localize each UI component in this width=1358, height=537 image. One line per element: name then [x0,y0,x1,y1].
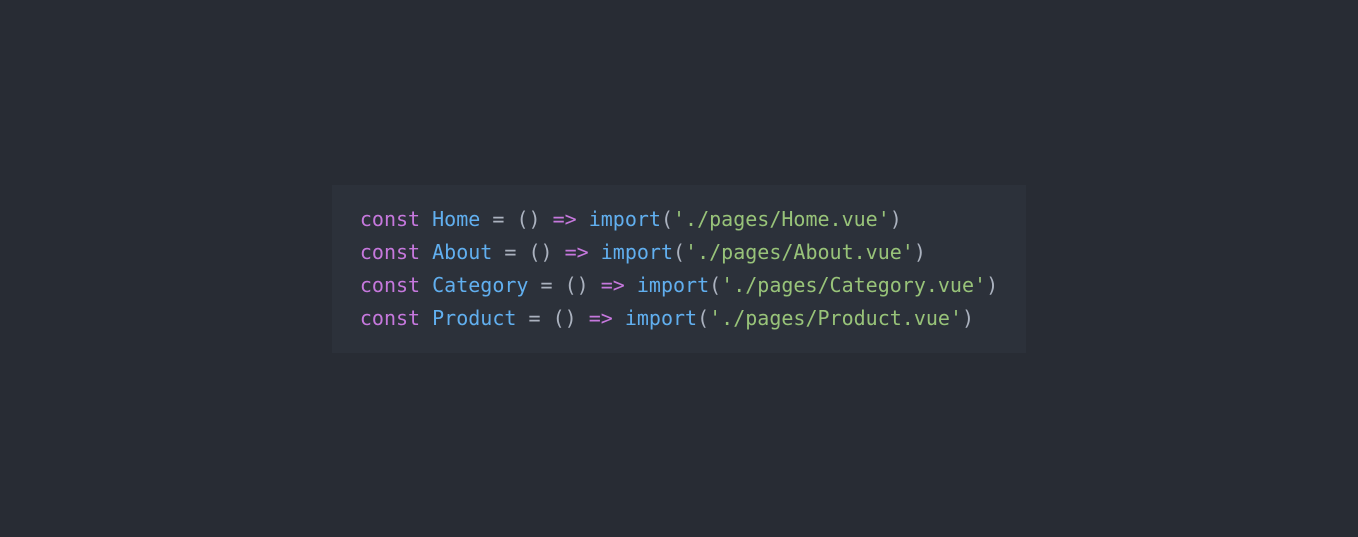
import-function: import [625,306,697,330]
string-literal: './pages/Home.vue' [673,207,890,231]
equals-operator: = [528,273,564,297]
keyword-const: const [360,273,420,297]
empty-parens: () [516,207,540,231]
string-literal: './pages/About.vue' [685,240,914,264]
paren-close: ) [986,273,998,297]
paren-open: ( [661,207,673,231]
arrow-operator: => [589,273,637,297]
arrow-operator: => [541,207,589,231]
keyword-const: const [360,240,420,264]
code-line: const About = () => import('./pages/Abou… [360,236,998,269]
string-literal: './pages/Category.vue' [721,273,986,297]
paren-close: ) [962,306,974,330]
empty-parens: () [528,240,552,264]
string-literal: './pages/Product.vue' [709,306,962,330]
arrow-operator: => [577,306,625,330]
variable-name: Home [432,207,480,231]
equals-operator: = [516,306,552,330]
keyword-const: const [360,306,420,330]
equals-operator: = [480,207,516,231]
import-function: import [589,207,661,231]
variable-name: Category [432,273,528,297]
paren-close: ) [890,207,902,231]
variable-name: About [432,240,492,264]
import-function: import [637,273,709,297]
empty-parens: () [553,306,577,330]
keyword-const: const [360,207,420,231]
code-block: const Home = () => import('./pages/Home.… [332,185,1026,353]
paren-open: ( [673,240,685,264]
paren-open: ( [709,273,721,297]
code-line: const Product = () => import('./pages/Pr… [360,302,998,335]
code-line: const Category = () => import('./pages/C… [360,269,998,302]
variable-name: Product [432,306,516,330]
paren-open: ( [697,306,709,330]
paren-close: ) [914,240,926,264]
empty-parens: () [565,273,589,297]
arrow-operator: => [553,240,601,264]
import-function: import [601,240,673,264]
code-line: const Home = () => import('./pages/Home.… [360,203,998,236]
equals-operator: = [492,240,528,264]
